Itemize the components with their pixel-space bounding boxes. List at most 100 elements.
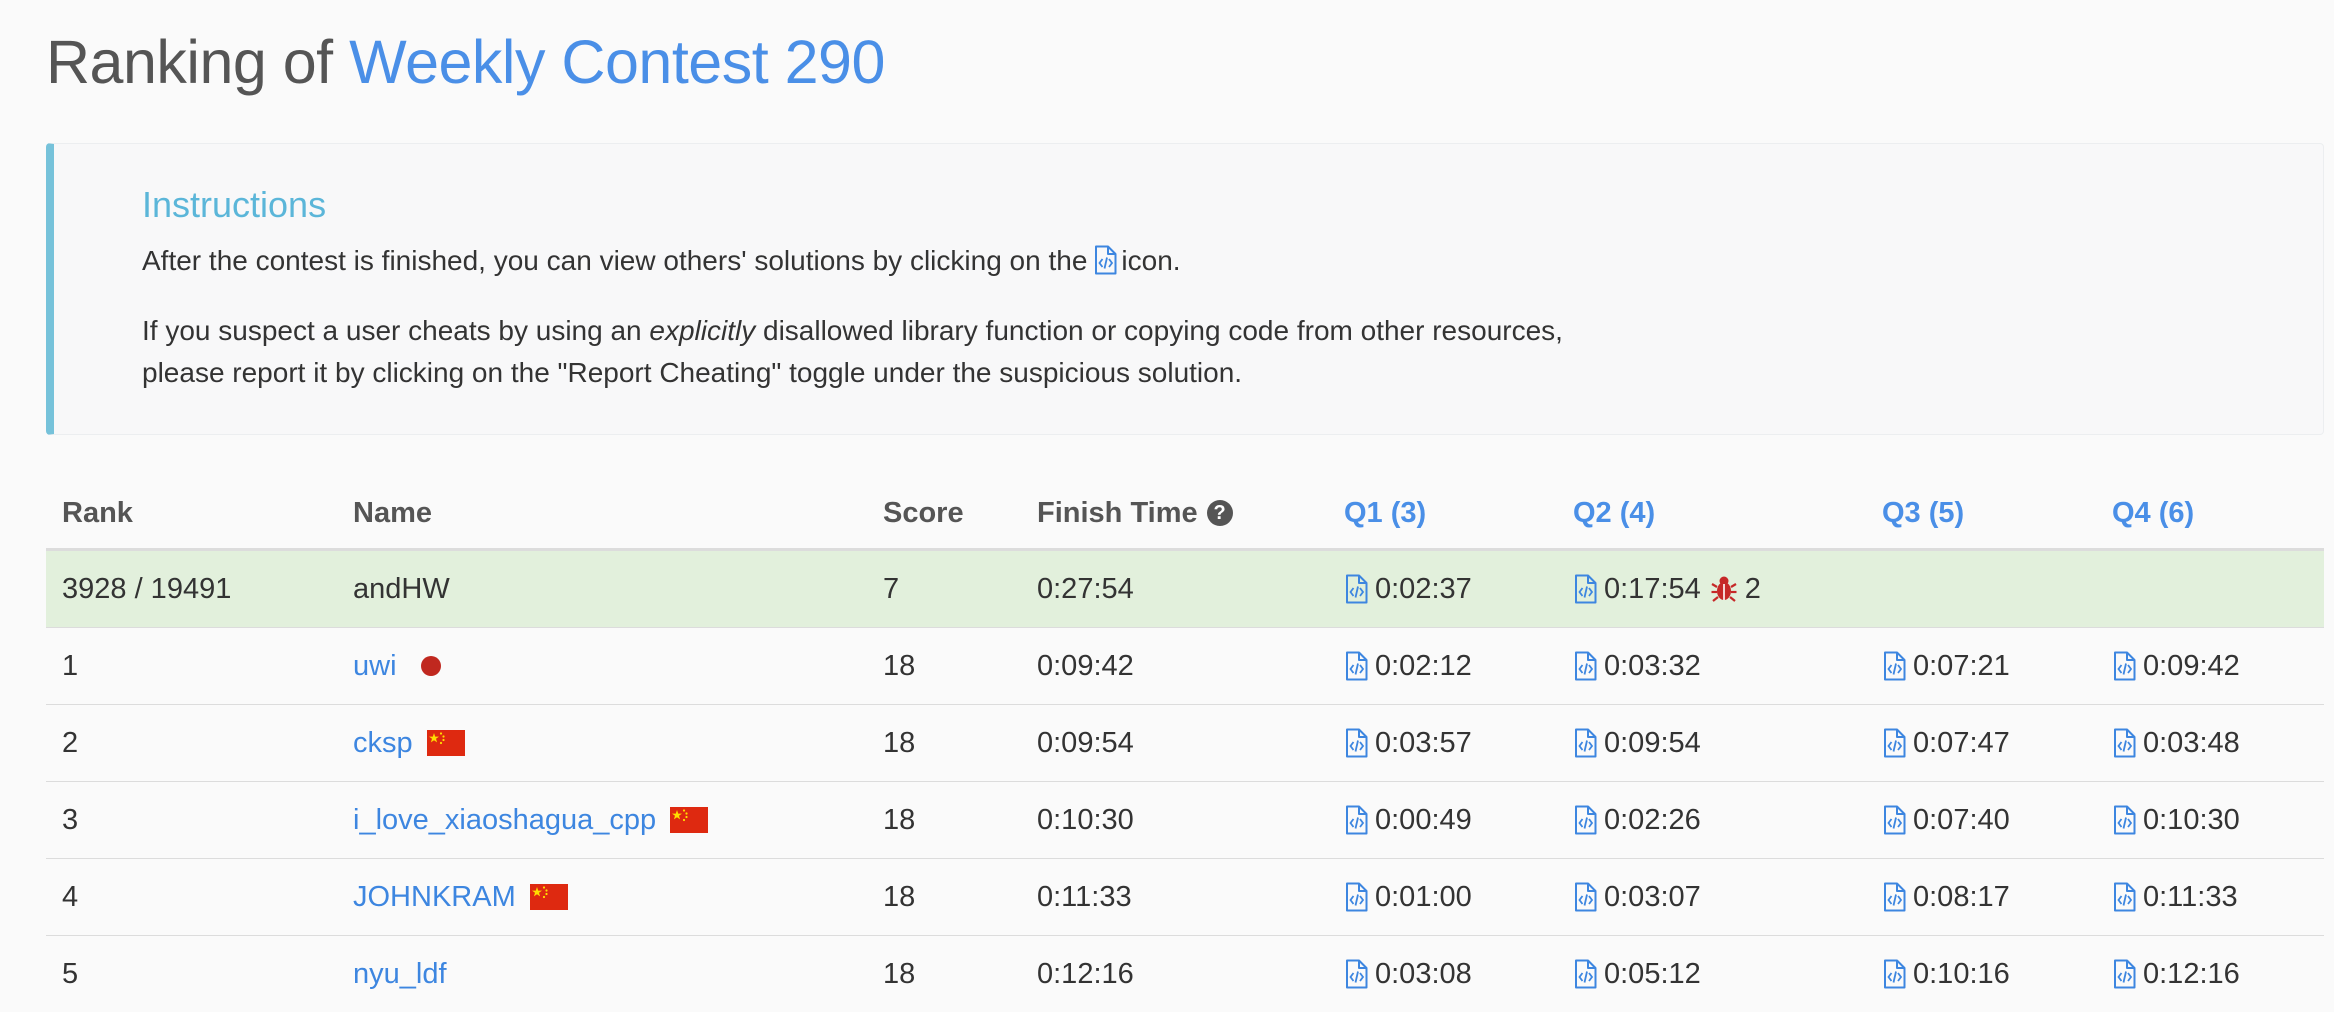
my-q1-time: 0:02:37 xyxy=(1375,572,1472,605)
code-file-icon[interactable] xyxy=(2112,959,2136,989)
china-flag-icon xyxy=(530,884,568,910)
instructions-line-3: please report it by clicking on the "Rep… xyxy=(142,357,1243,388)
header-name: Name xyxy=(353,496,432,529)
instructions-line-1-end: icon. xyxy=(1121,245,1181,276)
code-file-icon[interactable] xyxy=(1573,574,1597,604)
finish-time-cell: 0:10:30 xyxy=(1037,803,1134,836)
username-link[interactable]: cksp xyxy=(353,727,413,760)
q4-time: 0:11:33 xyxy=(2143,880,2238,913)
code-file-icon[interactable] xyxy=(1882,651,1906,681)
code-file-icon[interactable] xyxy=(1573,651,1597,681)
q2-time: 0:09:54 xyxy=(1604,726,1701,759)
header-q1-link[interactable]: Q1 (3) xyxy=(1344,478,1426,548)
q3-cell: 0:10:16 xyxy=(1882,936,2010,1012)
score-cell: 18 xyxy=(883,803,916,836)
rank-cell: 2 xyxy=(62,726,79,759)
q2-cell: 0:03:32 xyxy=(1573,628,1701,704)
q3-time: 0:07:21 xyxy=(1913,649,2010,682)
q4-cell: 0:09:42 xyxy=(2112,628,2240,704)
q3-time: 0:07:40 xyxy=(1913,803,2010,836)
q2-cell: 0:09:54 xyxy=(1573,705,1701,781)
code-file-icon xyxy=(1093,245,1117,275)
code-file-icon[interactable] xyxy=(2112,882,2136,912)
header-rank: Rank xyxy=(62,496,133,529)
code-file-icon[interactable] xyxy=(2112,805,2136,835)
instructions-heading: Instructions xyxy=(142,184,327,225)
code-file-icon[interactable] xyxy=(1344,805,1368,835)
china-flag-icon xyxy=(427,730,465,756)
header-q2-link[interactable]: Q2 (4) xyxy=(1573,478,1655,548)
rank-cell: 5 xyxy=(62,957,79,990)
name-cell: cksp xyxy=(353,705,465,781)
code-file-icon[interactable] xyxy=(1344,651,1368,681)
q1-cell: 0:02:12 xyxy=(1344,628,1472,704)
code-file-icon[interactable] xyxy=(1573,882,1597,912)
contest-link[interactable]: Weekly Contest 290 xyxy=(349,28,885,96)
code-file-icon[interactable] xyxy=(1573,728,1597,758)
my-q2-cell: 0:17:54 2 xyxy=(1573,551,1761,627)
rank-cell: 4 xyxy=(62,880,79,913)
page-title: Ranking of Weekly Contest 290 xyxy=(46,24,885,100)
table-header-row: Rank Name Score Finish Time ? Q1 (3) Q2 … xyxy=(46,478,2324,551)
title-prefix: Ranking of xyxy=(46,28,333,96)
q2-cell: 0:03:07 xyxy=(1573,859,1701,935)
my-ranking-row: 3928 / 19491 andHW 7 0:27:54 0:02:37 0:1… xyxy=(46,551,2324,628)
code-file-icon[interactable] xyxy=(1344,882,1368,912)
name-cell: nyu_ldf xyxy=(353,936,447,1012)
name-cell: uwi xyxy=(353,628,441,704)
q4-time: 0:10:30 xyxy=(2143,803,2240,836)
rank-cell: 1 xyxy=(62,649,79,682)
ranking-rows: 1 uwi 18 0:09:42 0:02:12 0:03:32 0:07:21 0:09:4… xyxy=(46,628,2324,1012)
q1-cell: 0:00:49 xyxy=(1344,782,1472,858)
table-row: 5 nyu_ldf 18 0:12:16 0:03:08 0:05:12 0:10:16 0:… xyxy=(46,936,2324,1012)
my-q2-wrong-count: 2 xyxy=(1744,572,1761,605)
header-q4-link[interactable]: Q4 (6) xyxy=(2112,478,2194,548)
q1-time: 0:02:12 xyxy=(1375,649,1472,682)
finish-time-cell: 0:12:16 xyxy=(1037,957,1134,990)
code-file-icon[interactable] xyxy=(2112,728,2136,758)
q4-time: 0:03:48 xyxy=(2143,726,2240,759)
code-file-icon[interactable] xyxy=(1344,959,1368,989)
header-q3-link[interactable]: Q3 (5) xyxy=(1882,478,1964,548)
my-finish-time: 0:27:54 xyxy=(1037,572,1134,605)
code-file-icon[interactable] xyxy=(1573,805,1597,835)
code-file-icon[interactable] xyxy=(1882,728,1906,758)
instructions-line-2: If you suspect a user cheats by using an… xyxy=(142,310,1563,352)
table-row: 4 JOHNKRAM 18 0:11:33 0:01:00 0:03:07 0:08:17 0… xyxy=(46,859,2324,936)
code-file-icon[interactable] xyxy=(1344,728,1368,758)
q3-time: 0:07:47 xyxy=(1913,726,2010,759)
score-cell: 18 xyxy=(883,726,916,759)
username-link[interactable]: JOHNKRAM xyxy=(353,881,516,914)
username-link[interactable]: nyu_ldf xyxy=(353,958,447,991)
instructions-line-2-start: If you suspect a user cheats by using an xyxy=(142,315,642,346)
japan-flag-icon xyxy=(420,656,441,676)
finish-time-cell: 0:11:33 xyxy=(1037,880,1132,913)
q1-time: 0:03:08 xyxy=(1375,957,1472,990)
q4-cell: 0:11:33 xyxy=(2112,859,2238,935)
code-file-icon[interactable] xyxy=(1573,959,1597,989)
username-link[interactable]: uwi xyxy=(353,650,397,683)
q3-time: 0:08:17 xyxy=(1913,880,2010,913)
question-circle-icon[interactable]: ? xyxy=(1206,500,1233,526)
code-file-icon[interactable] xyxy=(1882,882,1906,912)
q2-time: 0:03:32 xyxy=(1604,649,1701,682)
my-score: 7 xyxy=(883,572,900,605)
q2-time: 0:03:07 xyxy=(1604,880,1701,913)
q1-cell: 0:03:08 xyxy=(1344,936,1472,1012)
code-file-icon[interactable] xyxy=(1344,574,1368,604)
finish-time-cell: 0:09:54 xyxy=(1037,726,1134,759)
q2-time: 0:02:26 xyxy=(1604,803,1701,836)
username-link[interactable]: i_love_xiaoshagua_cpp xyxy=(353,804,656,837)
code-file-icon[interactable] xyxy=(1882,805,1906,835)
q3-cell: 0:07:47 xyxy=(1882,705,2010,781)
instructions-line-1: After the contest is finished, you can v… xyxy=(142,240,1181,282)
code-file-icon[interactable] xyxy=(1882,959,1906,989)
table-row: 3 i_love_xiaoshagua_cpp 18 0:10:30 0:00:49 0:… xyxy=(46,782,2324,859)
q1-cell: 0:01:00 xyxy=(1344,859,1472,935)
ranking-table: Rank Name Score Finish Time ? Q1 (3) Q2 … xyxy=(46,478,2324,1012)
q2-cell: 0:02:26 xyxy=(1573,782,1701,858)
my-username: andHW xyxy=(353,572,450,605)
rank-cell: 3 xyxy=(62,803,79,836)
code-file-icon[interactable] xyxy=(2112,651,2136,681)
q3-cell: 0:07:21 xyxy=(1882,628,2010,704)
